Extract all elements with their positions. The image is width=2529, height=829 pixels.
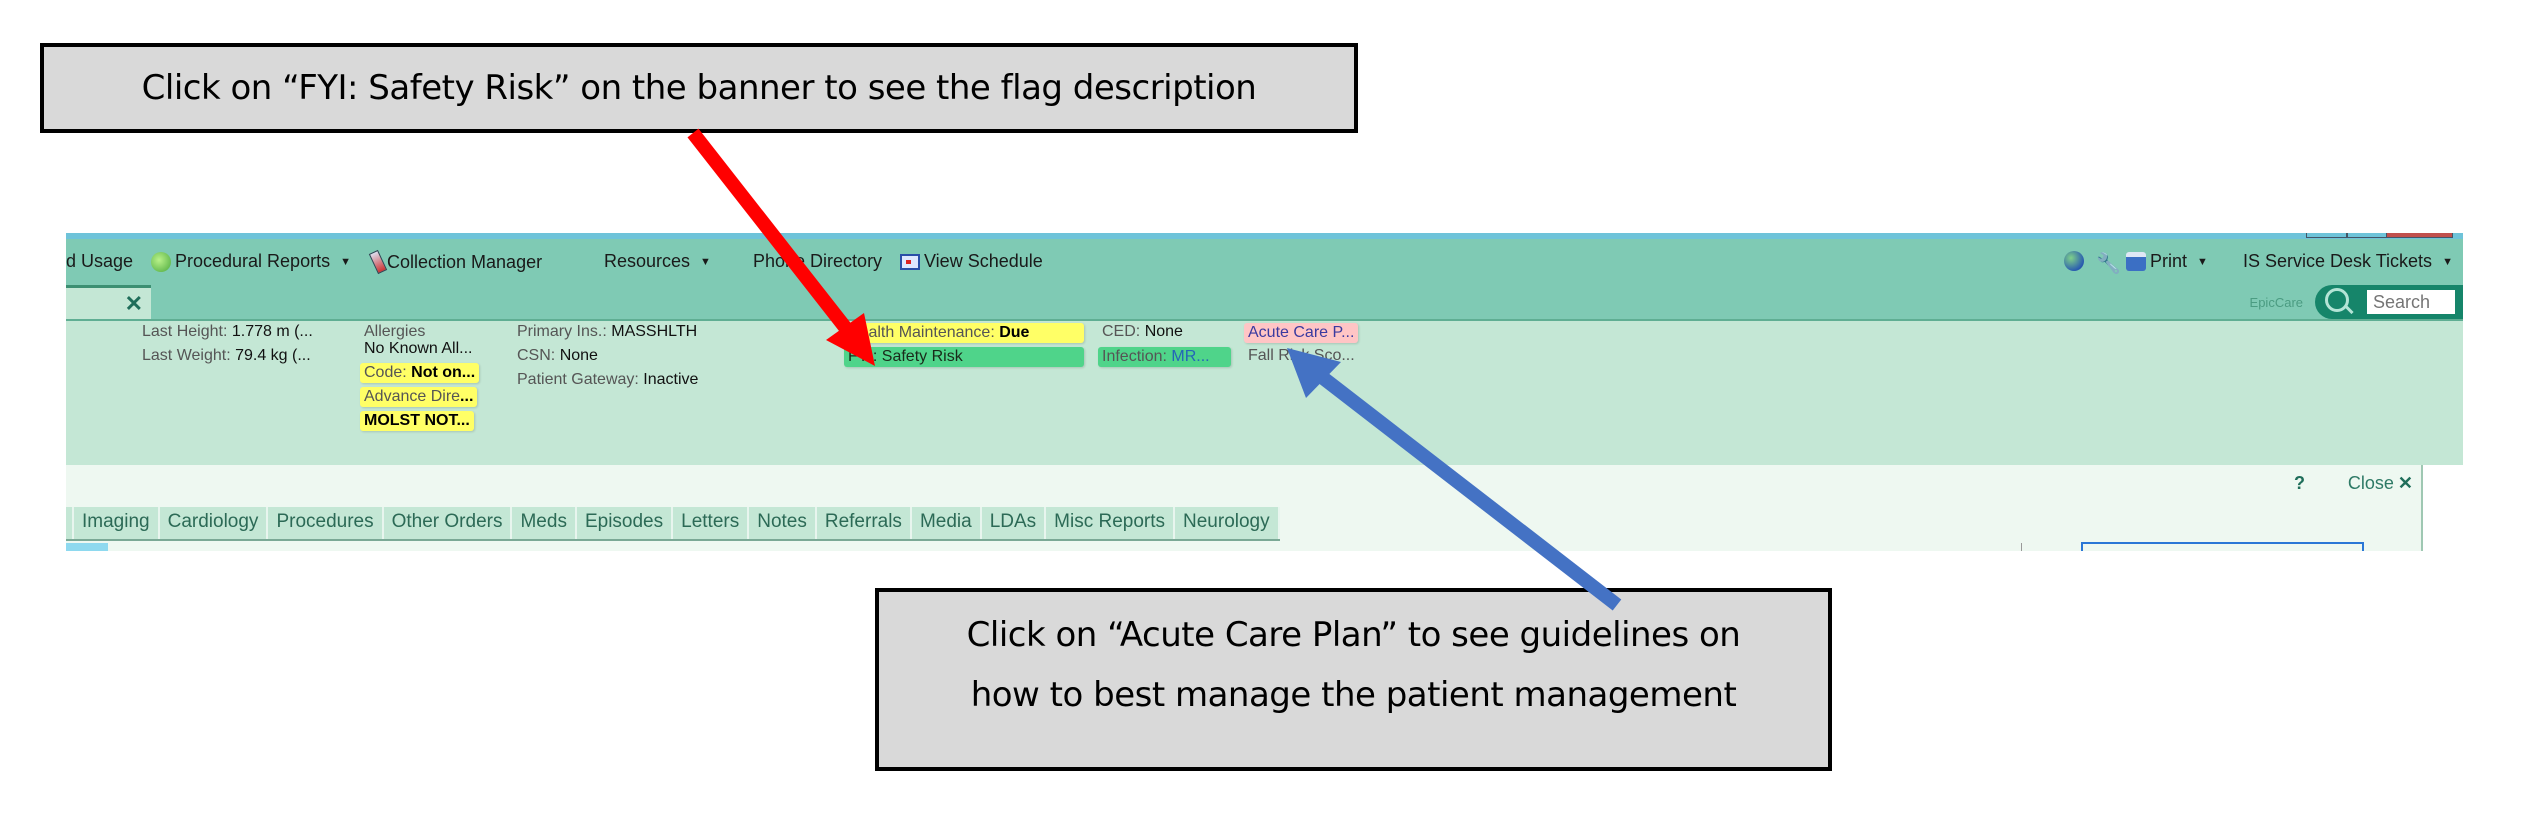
arrow-blue-shaft [1313,368,1622,611]
annotation-arrows [687,128,1622,611]
arrow-red-shaft [687,128,854,336]
arrow-to-fyi [687,128,875,366]
arrow-to-acute-care-plan [1287,348,1622,611]
